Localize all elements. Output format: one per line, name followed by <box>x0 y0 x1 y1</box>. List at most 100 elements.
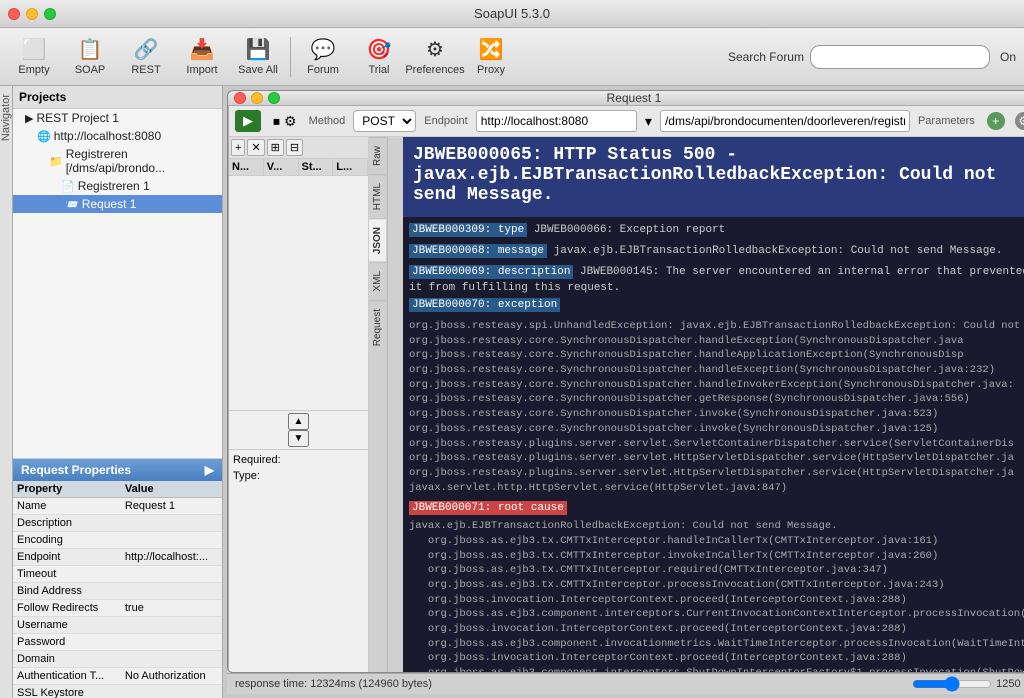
tab-xml[interactable]: XML <box>369 262 386 300</box>
add-param-button[interactable]: + <box>987 112 1005 130</box>
trial-button[interactable]: 🎯 Trial <box>353 32 405 82</box>
move-down-button[interactable]: ⊟ <box>286 139 303 156</box>
params-label: Parameters <box>918 115 975 127</box>
add-param-toolbar-button[interactable]: + <box>231 139 245 156</box>
resp-tag-2: JBWEB000069: description <box>409 265 573 279</box>
panels-row: + ✕ ⊞ ⊟ N... V... St... L... <box>229 137 1024 673</box>
root-cause-tag-row: JBWEB000071: root cause <box>409 501 1024 517</box>
app-title: SoapUI 5.3.0 <box>474 6 550 21</box>
endpoint-label: Endpoint <box>424 115 467 127</box>
response-panel: Raw JBWEB000065: HTTP Status 500 - javax… <box>387 137 1024 673</box>
tree-item-label: Registreren [/dms/api/brondo... <box>66 147 218 175</box>
scroll-up-button[interactable]: ▲ <box>288 413 310 430</box>
prop-value <box>121 651 222 668</box>
resource-input[interactable] <box>660 110 910 132</box>
prop-value: http://localhost:... <box>121 549 222 566</box>
tree-item-label: REST Project 1 <box>36 111 118 125</box>
req-close-button[interactable] <box>234 92 246 104</box>
tree-item-label: Request 1 <box>82 197 137 211</box>
forum-button[interactable]: 💬 Forum <box>297 32 349 82</box>
req-minimize-button[interactable] <box>251 92 263 104</box>
remove-param-button[interactable]: ✕ <box>247 139 264 156</box>
tab-raw[interactable]: Raw <box>369 137 386 174</box>
req-traffic-lights[interactable] <box>234 92 280 104</box>
maximize-button[interactable] <box>44 8 56 20</box>
col-v: V... <box>264 159 299 175</box>
trial-label: Trial <box>369 64 390 76</box>
move-up-button[interactable]: ⊞ <box>267 139 284 156</box>
soap-label: SOAP <box>75 64 106 76</box>
body-toolbar: + ✕ ⊞ ⊟ <box>229 137 368 159</box>
prop-property: Endpoint <box>13 549 121 566</box>
endpoint-input[interactable] <box>476 110 637 132</box>
search-input[interactable] <box>810 45 990 69</box>
empty-button[interactable]: ⬜ Empty <box>8 32 60 82</box>
side-tabs: Raw HTML JSON XML Request <box>369 137 387 673</box>
toolbar-separator <box>290 37 291 77</box>
resp-entry-2: JBWEB000069: description JBWEB000145: Th… <box>409 265 1024 294</box>
param-options-button[interactable]: ⚙ <box>1015 112 1024 130</box>
preferences-button[interactable]: ⚙ Preferences <box>409 32 461 82</box>
panel-columns: N... V... St... L... <box>229 159 368 176</box>
col-st: St... <box>299 159 334 175</box>
prop-value <box>121 532 222 549</box>
tab-html[interactable]: HTML <box>369 174 386 218</box>
col-l: L... <box>333 159 368 175</box>
tree-item-label: http://localhost:8080 <box>54 129 161 143</box>
options-button[interactable]: ⚙ <box>284 113 297 130</box>
proxy-button[interactable]: 🔀 Proxy <box>465 32 517 82</box>
request-icon: 📨 <box>65 198 79 211</box>
rest-button[interactable]: 🔗 REST <box>120 32 172 82</box>
prop-table-row: Description <box>13 515 222 532</box>
expand-icon: ▶ <box>25 112 33 125</box>
response-title: JBWEB000065: HTTP Status 500 - javax.ejb… <box>413 145 1024 205</box>
left-panel: Projects ▶ REST Project 1 🌐 http://local… <box>13 86 223 698</box>
import-icon: 📥 <box>190 37 215 62</box>
request-properties-panel: Request Properties ▶ Property Value Name… <box>13 458 222 698</box>
folder-icon: 📁 <box>49 155 63 168</box>
scroll-down-button[interactable]: ▼ <box>288 430 310 447</box>
project-tree: Projects ▶ REST Project 1 🌐 http://local… <box>13 86 223 458</box>
tree-item-rest-project[interactable]: ▶ REST Project 1 <box>13 109 222 127</box>
required-label: Required: <box>233 454 281 466</box>
resp-tag-3: JBWEB000070: exception <box>409 298 560 312</box>
save-all-button[interactable]: 💾 Save All <box>232 32 284 82</box>
request-window: Request 1 ▶ ⏹ ⚙ Method POST Endpoint <box>223 86 1024 698</box>
req-maximize-button[interactable] <box>268 92 280 104</box>
prop-value <box>121 515 222 532</box>
search-area: Search Forum On <box>728 45 1016 69</box>
import-button[interactable]: 📥 Import <box>176 32 228 82</box>
tab-json[interactable]: JSON <box>369 218 386 262</box>
response-content[interactable]: JBWEB000065: HTTP Status 500 - javax.ejb… <box>403 137 1024 673</box>
prop-property: Follow Redirects <box>13 600 121 617</box>
rest-icon: 🔗 <box>134 37 159 62</box>
tree-item-label: Registreren 1 <box>78 179 150 193</box>
tree-item-registreren[interactable]: 📁 Registreren [/dms/api/brondo... <box>13 145 222 177</box>
minimize-button[interactable] <box>26 8 38 20</box>
tree-item-request1[interactable]: 📨 Request 1 <box>13 195 222 213</box>
main-area: Navigator Projects ▶ REST Project 1 🌐 ht… <box>0 86 1024 698</box>
tree-item-registreren1[interactable]: 📄 Registreren 1 <box>13 177 222 195</box>
soap-button[interactable]: 📋 SOAP <box>64 32 116 82</box>
traffic-lights[interactable] <box>8 8 56 20</box>
projects-title: Projects <box>13 86 222 109</box>
proxy-label: Proxy <box>477 64 505 76</box>
properties-header[interactable]: Request Properties ▶ <box>13 459 222 481</box>
scroll-buttons: ▲ ▼ <box>229 410 368 450</box>
method-select[interactable]: POST <box>353 110 416 132</box>
endpoint-dropdown-icon[interactable]: ▾ <box>645 113 652 130</box>
run-button[interactable]: ▶ <box>235 110 261 132</box>
close-button[interactable] <box>8 8 20 20</box>
response-raw-button[interactable]: Raw <box>387 137 403 673</box>
scroll-slider[interactable] <box>912 676 992 692</box>
tab-request[interactable]: Request <box>369 300 386 354</box>
request-body-panel: + ✕ ⊞ ⊟ N... V... St... L... <box>229 137 369 673</box>
stack-trace: org.jboss.resteasy.spi.UnhandledExceptio… <box>409 319 1024 495</box>
on-label: On <box>1000 50 1016 64</box>
empty-label: Empty <box>18 64 49 76</box>
tree-item-host[interactable]: 🌐 http://localhost:8080 <box>13 127 222 145</box>
prop-property: Bind Address <box>13 583 121 600</box>
stop-button[interactable]: ⏹ <box>273 113 280 130</box>
resp-val-0: JBWEB000066: Exception report <box>534 224 725 236</box>
prop-property: Authentication T... <box>13 668 121 685</box>
